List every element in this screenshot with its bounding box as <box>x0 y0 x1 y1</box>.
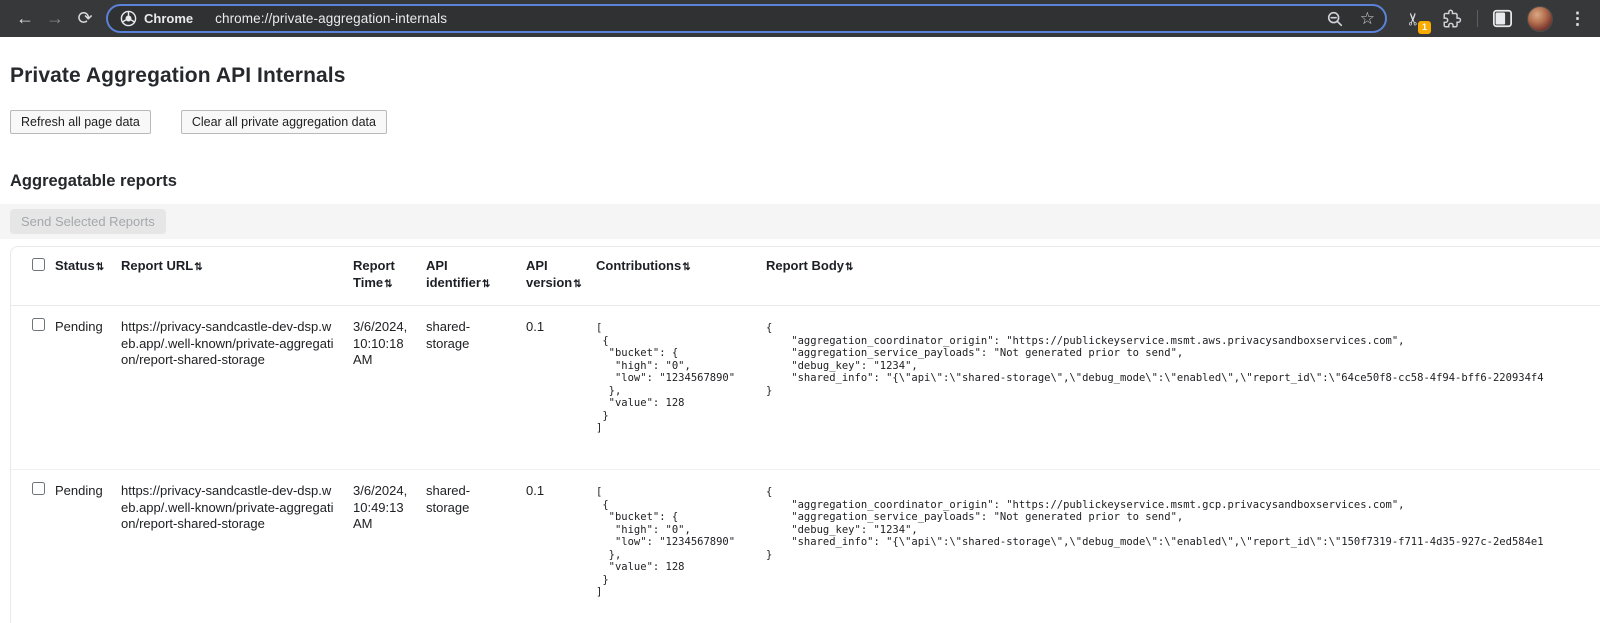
report-url-cell: https://privacy-sandcastle-dev-dsp.web.a… <box>121 306 353 469</box>
header-contributions[interactable]: Contributions⇅ <box>596 247 766 305</box>
report-body-cell: { "aggregation_coordinator_origin": "htt… <box>766 306 1600 469</box>
browser-toolbar: ← → ⟳ Chrome chrome://private-aggregatio… <box>0 0 1600 37</box>
sort-icon: ⇅ <box>482 279 490 290</box>
header-report-time[interactable]: Report Time⇅ <box>353 247 426 305</box>
send-selected-reports-button[interactable]: Send Selected Reports <box>10 209 166 234</box>
status-cell: Pending <box>55 470 121 623</box>
report-time-cell: 3/6/2024, 10:10:18 AM <box>353 306 426 469</box>
sort-icon: ⇅ <box>96 262 104 273</box>
reports-table: Status⇅ Report URL⇅ Report Time⇅ API ide… <box>10 246 1600 623</box>
table-row: Pending https://privacy-sandcastle-dev-d… <box>11 306 1600 469</box>
api-version-cell: 0.1 <box>526 306 596 469</box>
site-chip-label: Chrome <box>144 11 193 26</box>
forward-icon: → <box>40 4 70 34</box>
sort-icon: ⇅ <box>573 279 581 290</box>
table-header-row: Status⇅ Report URL⇅ Report Time⇅ API ide… <box>11 247 1600 306</box>
contributions-json: [ { "bucket": { "high": "0", "low": "123… <box>596 486 750 599</box>
page-title: Private Aggregation API Internals <box>10 64 1600 88</box>
toolbar-actions: ✂ 1 ⋮ <box>1401 6 1588 32</box>
sort-icon: ⇅ <box>194 262 202 273</box>
sort-icon: ⇅ <box>845 262 853 273</box>
report-url-cell: https://privacy-sandcastle-dev-dsp.web.a… <box>121 470 353 623</box>
contributions-json: [ { "bucket": { "high": "0", "low": "123… <box>596 322 750 435</box>
api-identifier-cell: shared-storage <box>426 306 526 469</box>
report-time-cell: 3/6/2024, 10:49:13 AM <box>353 470 426 623</box>
refresh-all-button[interactable]: Refresh all page data <box>10 110 151 134</box>
select-all-checkbox[interactable] <box>32 258 45 271</box>
reports-table-body: Pending https://privacy-sandcastle-dev-d… <box>11 306 1600 623</box>
row-checkbox[interactable] <box>32 318 45 331</box>
extensions-puzzle-icon[interactable] <box>1441 8 1463 30</box>
sort-icon: ⇅ <box>384 279 392 290</box>
url-text[interactable]: chrome://private-aggregation-internals <box>215 11 447 26</box>
section-title: Aggregatable reports <box>10 172 1600 191</box>
page-content: Private Aggregation API Internals Refres… <box>0 64 1600 623</box>
report-body-json: { "aggregation_coordinator_origin": "htt… <box>766 486 1584 561</box>
site-chip: Chrome <box>120 10 193 27</box>
menu-kebab-icon[interactable]: ⋮ <box>1567 10 1588 27</box>
api-identifier-cell: shared-storage <box>426 470 526 623</box>
sort-icon: ⇅ <box>682 262 690 273</box>
report-body-json: { "aggregation_coordinator_origin": "htt… <box>766 322 1584 397</box>
row-checkbox[interactable] <box>32 482 45 495</box>
profile-avatar[interactable] <box>1527 6 1553 32</box>
chrome-logo-icon <box>120 10 137 27</box>
report-body-cell: { "aggregation_coordinator_origin": "htt… <box>766 470 1600 623</box>
extension-badge: 1 <box>1418 21 1431 34</box>
side-panel-icon[interactable] <box>1492 9 1513 28</box>
status-cell: Pending <box>55 306 121 469</box>
header-api-version[interactable]: API version⇅ <box>526 247 596 305</box>
header-report-url[interactable]: Report URL⇅ <box>121 247 353 305</box>
screenshot-extension-icon[interactable]: ✂ 1 <box>1401 6 1427 32</box>
header-api-identifier[interactable]: API identifier⇅ <box>426 247 526 305</box>
zoom-icon[interactable] <box>1326 10 1344 28</box>
toolbar-separator <box>1477 10 1478 27</box>
api-version-cell: 0.1 <box>526 470 596 623</box>
header-status[interactable]: Status⇅ <box>55 247 121 305</box>
reload-icon[interactable]: ⟳ <box>70 4 100 34</box>
clear-all-button[interactable]: Clear all private aggregation data <box>181 110 387 134</box>
contributions-cell: [ { "bucket": { "high": "0", "low": "123… <box>596 470 766 623</box>
bookmark-star-icon[interactable]: ☆ <box>1360 10 1375 27</box>
table-toolbar: Send Selected Reports <box>0 204 1600 239</box>
back-icon[interactable]: ← <box>10 4 40 34</box>
header-report-body[interactable]: Report Body⇅ <box>766 247 1600 305</box>
table-row: Pending https://privacy-sandcastle-dev-d… <box>11 469 1600 623</box>
address-bar[interactable]: Chrome chrome://private-aggregation-inte… <box>106 4 1387 33</box>
contributions-cell: [ { "bucket": { "high": "0", "low": "123… <box>596 306 766 469</box>
